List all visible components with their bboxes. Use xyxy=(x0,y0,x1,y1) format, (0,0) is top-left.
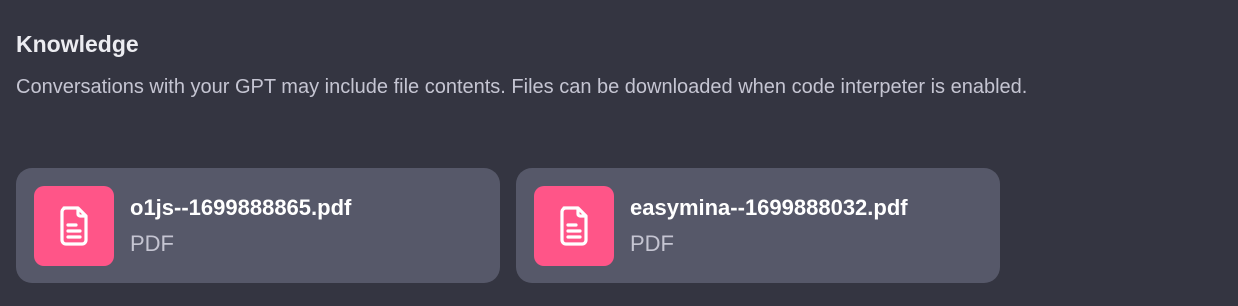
file-card[interactable]: o1js--1699888865.pdf PDF xyxy=(16,168,500,283)
file-type: PDF xyxy=(630,230,674,256)
file-name: o1js--1699888865.pdf xyxy=(130,194,352,220)
document-icon xyxy=(34,185,114,266)
document-icon xyxy=(534,185,614,266)
file-name: easymina--1699888032.pdf xyxy=(630,194,908,220)
knowledge-description: Conversations with your GPT may include … xyxy=(16,76,1028,98)
knowledge-title: Knowledge xyxy=(16,31,139,57)
file-text: easymina--1699888032.pdf PDF xyxy=(630,193,908,259)
file-text: o1js--1699888865.pdf PDF xyxy=(130,193,351,259)
knowledge-section: Knowledge Conversations with your GPT ma… xyxy=(0,0,1238,306)
file-type: PDF xyxy=(130,230,174,256)
file-list: o1js--1699888865.pdf PDF easymina--16998… xyxy=(16,168,1000,283)
file-card[interactable]: easymina--1699888032.pdf PDF xyxy=(516,168,1000,283)
